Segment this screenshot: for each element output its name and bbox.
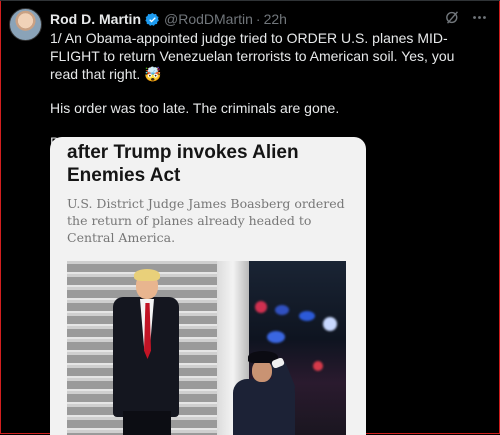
timestamp[interactable]: 22h [264, 11, 287, 27]
card-headline: after Trump invokes Alien Enemies Act [67, 137, 366, 187]
tweet-header: Rod D. Martin @RodDMartin · 22h [50, 10, 287, 28]
display-name[interactable]: Rod D. Martin [50, 11, 141, 27]
top-divider [0, 0, 500, 1]
more-icon[interactable] [471, 9, 488, 31]
avatar[interactable] [9, 8, 42, 41]
tweet-paragraph: 1/ An Obama-appointed judge tried to ORD… [50, 30, 455, 82]
bokeh-light [323, 317, 337, 331]
headline-line: after Trump invokes Alien [67, 142, 299, 163]
tweet-paragraph: His order was too late. The criminals ar… [50, 100, 340, 116]
separator-dot: · [255, 11, 261, 27]
bokeh-light [267, 331, 285, 343]
user-handle[interactable]: @RodDMartin [164, 11, 253, 27]
officer-head [252, 360, 272, 382]
article-photo[interactable] [67, 261, 346, 435]
bokeh-light [255, 301, 267, 313]
grok-icon[interactable] [444, 9, 461, 31]
legs [123, 411, 171, 435]
hair [134, 269, 160, 281]
bokeh-light [313, 361, 323, 371]
verified-badge-icon [145, 12, 160, 27]
bokeh-light [299, 311, 315, 321]
headline-line: Enemies Act [67, 165, 181, 186]
header-actions [444, 9, 488, 31]
article-card[interactable]: after Trump invokes Alien Enemies Act U.… [50, 137, 366, 435]
bokeh-light [275, 305, 289, 315]
card-subtext: U.S. District Judge James Boasberg order… [67, 196, 345, 245]
